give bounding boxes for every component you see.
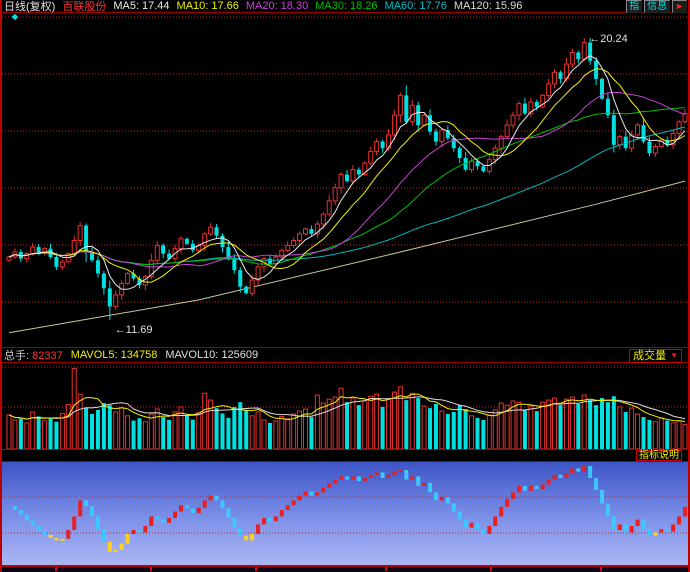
- forward-arrow-button[interactable]: ►: [672, 0, 687, 13]
- mavol10-label: MAVOL10:: [165, 349, 219, 361]
- candlestick-chart-canvas[interactable]: 896296←20.24←11.69: [0, 14, 690, 347]
- period-label[interactable]: 日线(复权): [4, 0, 55, 14]
- svg-text:←20.24: ←20.24: [589, 33, 628, 45]
- mavol5-value: 134758: [120, 349, 158, 361]
- left-border: [0, 0, 2, 572]
- volume-value: 82337: [32, 350, 63, 362]
- x-axis-strip: [0, 567, 690, 572]
- mavol10-value: 125609: [221, 349, 259, 361]
- indicator-header-bar: 指标说明: [0, 450, 690, 462]
- volume-chart-canvas[interactable]: 74: [0, 364, 690, 449]
- title-bar-buttons: 指 信息 ►: [626, 0, 687, 13]
- x-axis-tick: [255, 567, 257, 571]
- x-axis-tick: [55, 567, 57, 571]
- ma10-legend: MA10: 17.66: [176, 0, 239, 12]
- info-button[interactable]: 信息: [644, 0, 671, 13]
- x-axis-tick: [490, 567, 492, 571]
- main-chart-pane: 896296←20.24←11.69: [0, 14, 690, 348]
- oscillator-pane: [0, 462, 690, 567]
- volume-label: 总手:: [4, 350, 30, 362]
- volume-selector-label: 成交量: [633, 350, 667, 362]
- dropdown-arrow-icon: ▼: [670, 351, 678, 360]
- x-axis-tick: [600, 567, 602, 571]
- volume-indicator-selector[interactable]: 成交量 ▼: [629, 349, 682, 363]
- stock-chart-window: 日线(复权) 百联股份 MA5: 17.44 MA10: 17.66 MA20: 18…: [0, 0, 690, 572]
- svg-text:←11.69: ←11.69: [115, 324, 153, 336]
- stock-name: 百联股份: [62, 1, 107, 13]
- oscillator-chart-canvas[interactable]: [0, 462, 690, 565]
- x-axis-tick: [150, 567, 152, 571]
- x-axis-tick: [385, 567, 387, 571]
- ma20-legend: MA20: 18.30: [245, 0, 309, 12]
- volume-pane: 74: [0, 364, 690, 450]
- title-bar: 日线(复权) 百联股份 MA5: 17.44 MA10: 17.66 MA20: 18…: [0, 0, 690, 13]
- volume-header-bar: 总手: 82337 MAVOL5: 134758 MAVOL10: 125609…: [0, 348, 690, 363]
- ma5-legend: MA5: 17.44: [113, 0, 170, 12]
- indicator-help-link[interactable]: 指标说明: [636, 450, 682, 461]
- indicator-button[interactable]: 指: [626, 0, 643, 13]
- ma30-legend: MA30: 18.26: [315, 0, 378, 12]
- mavol5-label: MAVOL5:: [70, 349, 118, 361]
- ma120-legend: MA120: 15.96: [453, 0, 523, 12]
- ma60-legend: MA60: 17.76: [384, 0, 447, 12]
